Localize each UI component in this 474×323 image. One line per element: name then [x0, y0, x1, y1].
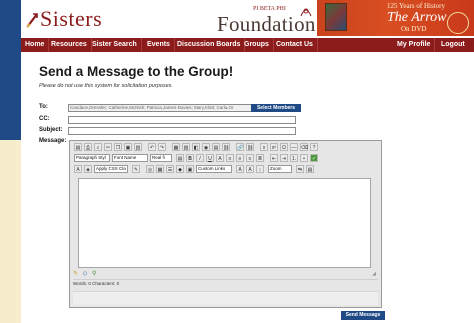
format-stripper-icon[interactable]: ⌫ [300, 143, 308, 151]
message-label: Message: [39, 138, 67, 144]
cc-field[interactable] [68, 116, 296, 124]
insert-table-icon[interactable]: ▦ [172, 143, 180, 151]
page-title: Send a Message to the Group! [39, 64, 234, 79]
logo-text: Sisters [40, 6, 103, 31]
bold-icon[interactable]: B [186, 154, 194, 162]
site-header: Sisters PI BETA PHI Foundation 125 Years… [21, 0, 474, 36]
format-brush-icon[interactable]: ✎ [132, 165, 140, 173]
editor-toolbar-row-3: A ◈ Apply CSS Cla ✎ ◎ ▦ ☰ ◆ ▣ Custom Lin… [70, 163, 381, 175]
decrease-size-icon[interactable]: A [246, 165, 254, 173]
bulleted-list-icon[interactable]: • [300, 154, 308, 162]
subject-label: Subject: [39, 127, 63, 133]
paste-icon[interactable]: ▣ [124, 143, 132, 151]
insert-link-icon[interactable]: ⛓ [222, 143, 230, 151]
insert-media-icon[interactable]: ◉ [202, 143, 210, 151]
page: Sisters PI BETA PHI Foundation 125 Years… [21, 0, 474, 323]
insert-document-icon[interactable]: ▤ [212, 143, 220, 151]
foundation-word: Foundation [217, 12, 316, 36]
arrow-logo-icon [26, 8, 39, 28]
nav-item-groups[interactable]: Groups [240, 38, 274, 52]
subject-field[interactable] [68, 127, 296, 135]
insert-special-icon[interactable]: ◎ [146, 165, 154, 173]
outdent-icon[interactable]: ⇤ [270, 154, 278, 162]
zoom-select[interactable]: Zoom [268, 165, 292, 173]
to-label: To: [39, 104, 48, 110]
sort-icon[interactable]: ↕ [256, 165, 264, 173]
font-name-select[interactable]: Font Name [112, 154, 148, 162]
main-nav: Home Resources Sister Search Events Disc… [21, 38, 474, 52]
superscript-icon[interactable]: x² [270, 143, 278, 151]
table-wizard-icon[interactable]: ▦ [156, 165, 164, 173]
italic-icon[interactable]: I [196, 154, 204, 162]
undo-icon[interactable]: ↶ [148, 143, 156, 151]
help-icon[interactable]: ? [310, 143, 318, 151]
book-cover-image [325, 3, 347, 31]
text-direction-icon[interactable]: ⇆ [296, 165, 304, 173]
editor-mode-bar: ✎ ◇ ⚲ ◢ [73, 270, 378, 278]
editor-bottom-strip [73, 291, 378, 305]
html-mode-icon[interactable]: ◇ [83, 271, 88, 277]
banner-years: 125 Years of History [387, 2, 445, 10]
strikethrough-icon[interactable]: x [260, 143, 268, 151]
paragraph-style-select[interactable]: Paragraph Styl [74, 154, 110, 162]
hyperlink-icon[interactable]: 🔗 [236, 143, 244, 151]
numbered-list-icon[interactable]: ⒈ [290, 154, 298, 162]
word-count: Words: 0 Characters: 0 [73, 279, 378, 287]
redo-icon[interactable]: ↷ [158, 143, 166, 151]
send-message-button[interactable]: Send Message [341, 311, 385, 320]
message-editor: ▤ ⎙ ⌕ ✂ ❐ ▣ ▥ ↶ ↷ ▦ ▨ ◧ ◉ ▤ ⛓ 🔗 ⛓ x x² Ω… [69, 140, 382, 308]
font-color-icon[interactable]: A [74, 165, 82, 173]
strike-icon[interactable]: A [216, 154, 224, 162]
message-body-input[interactable] [78, 178, 371, 268]
indent-icon[interactable]: ⇥ [280, 154, 288, 162]
banner-dvd: On DVD [401, 25, 427, 33]
design-mode-icon[interactable]: ✎ [73, 271, 78, 277]
cut-icon[interactable]: ✂ [104, 143, 112, 151]
font-size-select[interactable]: Real fi [150, 154, 172, 162]
arrow-dvd-banner[interactable]: 125 Years of History The Arrow On DVD [317, 0, 474, 36]
resize-handle-icon[interactable]: ◢ [372, 270, 376, 278]
apply-css-class-select[interactable]: Apply CSS Cla [94, 165, 128, 173]
insert-image-icon[interactable]: ▨ [182, 143, 190, 151]
print-icon[interactable]: ⎙ [84, 143, 92, 151]
nav-item-my-profile[interactable]: My Profile [393, 38, 436, 52]
nav-item-contact-us[interactable]: Contact Us [272, 38, 318, 52]
symbol-icon[interactable]: Ω [280, 143, 288, 151]
nav-item-discussion-boards[interactable]: Discussion Boards [173, 38, 246, 52]
find-icon[interactable]: ⌕ [94, 143, 102, 151]
list-style-icon[interactable]: ☰ [166, 165, 174, 173]
nav-item-events[interactable]: Events [143, 38, 175, 52]
paste-special-icon[interactable]: ▥ [134, 143, 142, 151]
highlight-icon[interactable]: ▤ [176, 154, 184, 162]
cc-label: CC: [39, 116, 50, 122]
align-center-icon[interactable]: ≡ [236, 154, 244, 162]
banner-title: The Arrow [387, 10, 447, 25]
paint-bucket-icon[interactable]: ◆ [176, 165, 184, 173]
background-color-icon[interactable]: ◈ [84, 165, 92, 173]
insert-flash-icon[interactable]: ◧ [192, 143, 200, 151]
underline-icon[interactable]: U [206, 154, 214, 162]
module-manager-icon[interactable]: ▣ [186, 165, 194, 173]
select-members-button[interactable]: Select Members [251, 104, 301, 112]
custom-links-select[interactable]: Custom Links [196, 165, 232, 173]
solicitation-note: Please do not use this system for solici… [39, 83, 173, 89]
horizontal-rule-icon[interactable]: ― [290, 143, 298, 151]
increase-size-icon[interactable]: A [236, 165, 244, 173]
new-document-icon[interactable]: ▤ [74, 143, 82, 151]
nav-item-sister-search[interactable]: Sister Search [88, 38, 142, 52]
anniversary-badge-icon [447, 12, 469, 34]
page-properties-icon[interactable]: ▤ [306, 165, 314, 173]
nav-item-home[interactable]: Home [21, 38, 50, 52]
left-side-panel [0, 140, 21, 323]
align-right-icon[interactable]: ≡ [246, 154, 254, 162]
justify-icon[interactable]: ≣ [256, 154, 264, 162]
sisters-logo[interactable]: Sisters [26, 6, 102, 32]
preview-mode-icon[interactable]: ⚲ [92, 271, 96, 277]
nav-item-resources[interactable]: Resources [47, 38, 92, 52]
copy-icon[interactable]: ❐ [114, 143, 122, 151]
unlink-icon[interactable]: ⛓ [246, 143, 254, 151]
nav-item-logout[interactable]: Logout [437, 38, 469, 52]
align-left-icon[interactable]: ≡ [226, 154, 234, 162]
spellcheck-icon[interactable]: ✓ [310, 154, 318, 162]
